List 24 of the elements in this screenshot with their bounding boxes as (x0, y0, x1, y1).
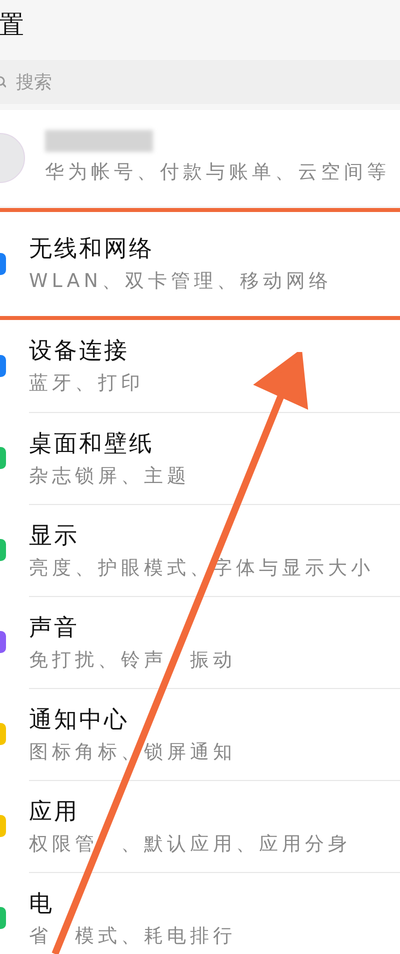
search-icon (0, 75, 6, 89)
item-title: 电 (29, 890, 55, 918)
item-subtitle: WLAN、双卡管理、移动网络 (29, 269, 332, 294)
item-subtitle: 省 (29, 924, 52, 948)
item-subtitle: 振动 (190, 648, 236, 672)
search-input[interactable]: 搜索 (16, 68, 316, 96)
account-subtitle: 华为帐号、付款与账单、云空间等 (45, 160, 390, 185)
item-title: 无线和网络 (29, 235, 155, 264)
item-title: 通知中心 (29, 706, 130, 734)
item-title: 应用 (29, 798, 80, 826)
item-subtitle: 蓝牙、打印 (29, 371, 144, 396)
item-subtitle: 杂志锁屏、主题 (29, 464, 190, 488)
item-title: 显示 (29, 522, 80, 550)
item-title: 声音 (29, 614, 80, 642)
item-subtitle: 权限管 (29, 832, 98, 856)
settings-item[interactable]: 设备连接 蓝牙、打印 (0, 320, 400, 412)
item-subtitle: 模式、耗电排行 (75, 924, 236, 948)
item-subtitle: 免打扰、铃声 (29, 648, 167, 672)
item-subtitle: 、默认应用、应用分身 (121, 832, 351, 856)
item-subtitle: 图标角标、锁屏通知 (29, 740, 236, 764)
item-title: 设备连接 (29, 337, 130, 366)
item-title: 桌面和壁纸 (29, 430, 155, 458)
settings-item[interactable]: 无线和网络 WLAN、双卡管理、移动网络 (0, 208, 400, 320)
search-field[interactable]: 搜索 (0, 60, 400, 104)
